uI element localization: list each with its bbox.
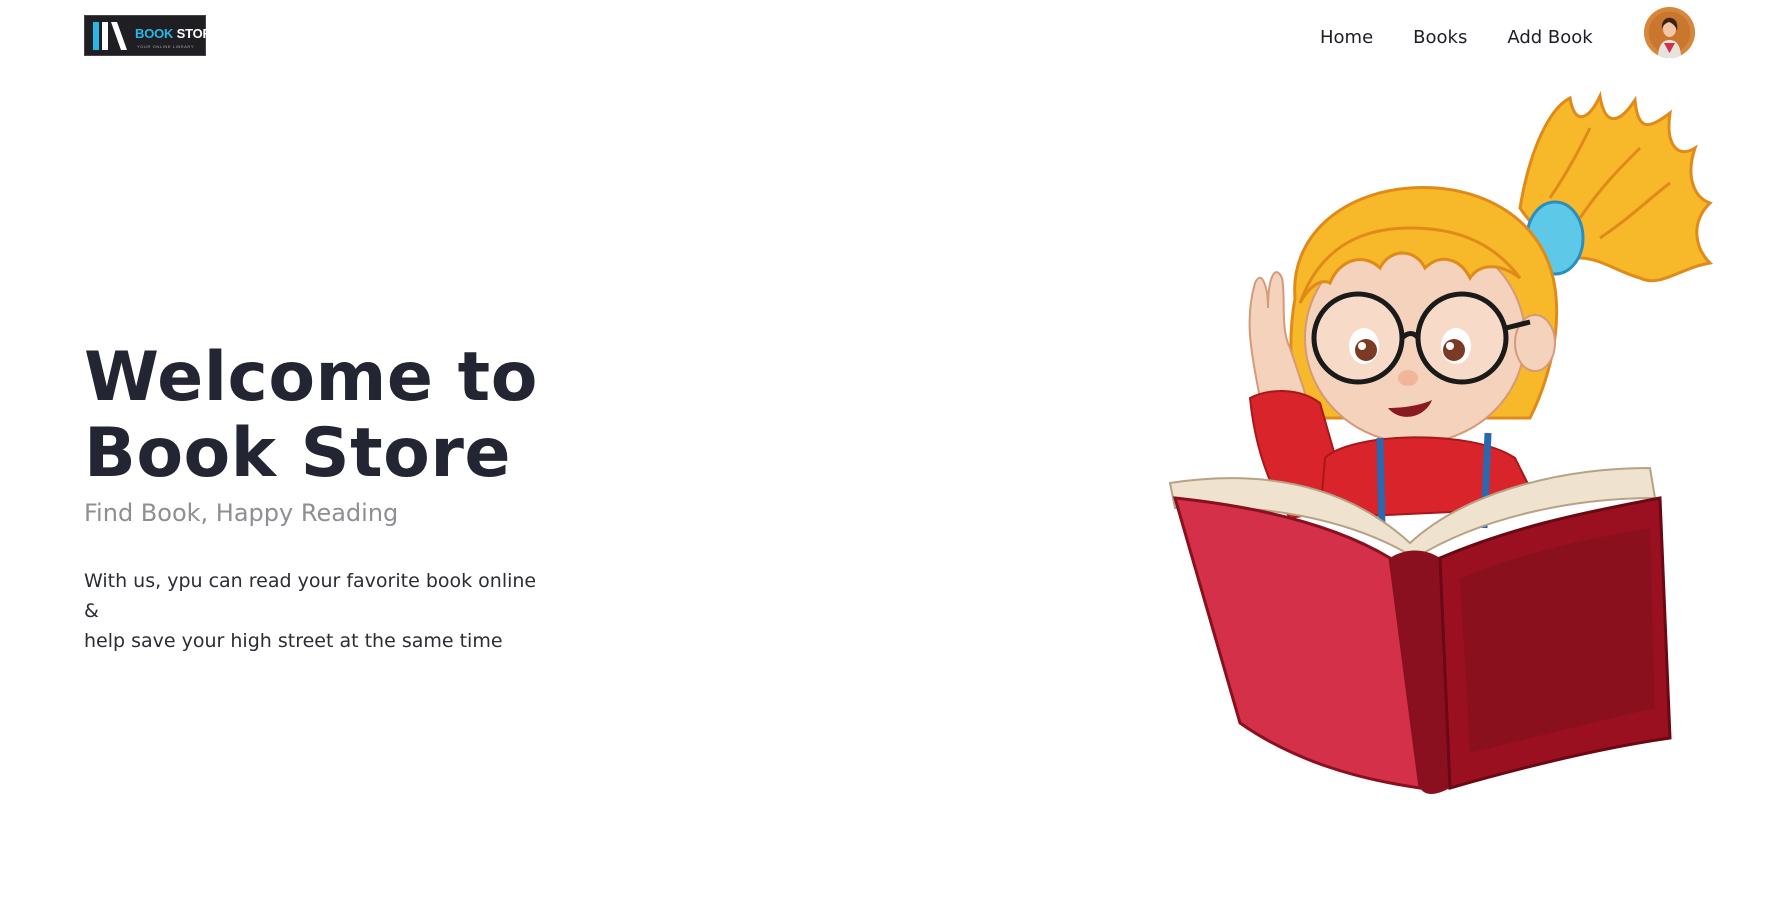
hero-title-line1: Welcome to [84,338,538,417]
logo-text: BOOK STORE [135,26,220,41]
user-avatar[interactable] [1644,7,1695,58]
logo-text-secondary: STORE [176,26,221,41]
navbar: BOOK STORE YOUR ONLINE LIBRARY Home Book… [0,0,1771,76]
brand-logo[interactable]: BOOK STORE YOUR ONLINE LIBRARY [84,15,220,56]
logo-tagline: YOUR ONLINE LIBRARY [137,44,195,49]
hero-illustration [1150,88,1770,898]
logo-books-icon [93,22,127,50]
user-avatar-icon [1644,7,1695,58]
hero-title: Welcome to Book Store [84,340,644,492]
nav-links: Home Books Add Book [1320,24,1593,52]
hero-subtitle: Find Book, Happy Reading [84,499,399,527]
nav-link-add-book[interactable]: Add Book [1507,24,1592,52]
ponytail [1518,90,1714,283]
hero-description-line2: help save your high street at the same t… [84,630,503,652]
hero-title-line2: Book Store [84,414,512,493]
hero-section: Welcome to Book Store Find Book, Happy R… [84,340,644,656]
hero-description-line1: With us, ypu can read your favorite book… [84,570,537,622]
nav-link-home[interactable]: Home [1320,24,1373,52]
logo-text-primary: BOOK [135,26,174,41]
girl-reading-book-illustration [1168,90,1714,794]
hero-description: With us, ypu can read your favorite book… [84,566,554,656]
nav-link-books[interactable]: Books [1413,24,1467,52]
